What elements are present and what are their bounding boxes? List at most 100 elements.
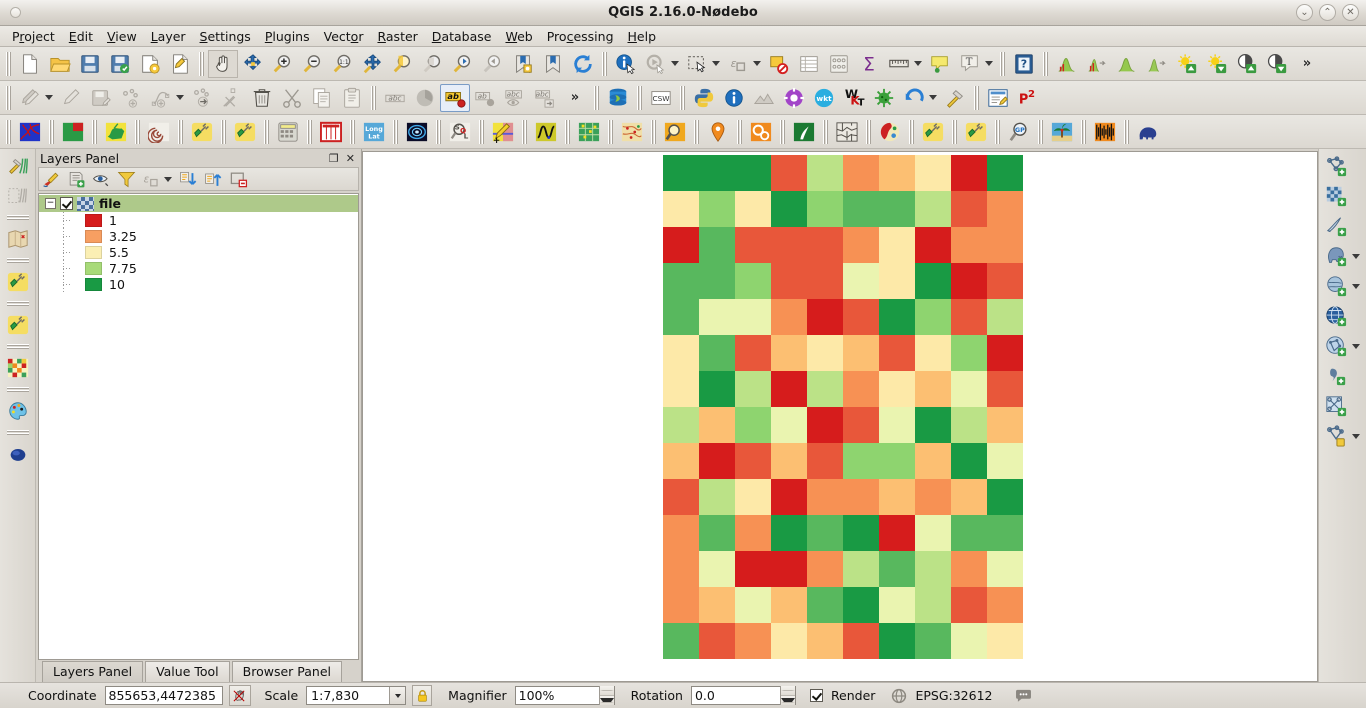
chevron-down-icon[interactable] [753,61,761,66]
contrast-decrease-icon[interactable] [1262,50,1292,78]
select-features-icon[interactable] [682,50,712,78]
magnifier-stepper[interactable] [598,686,614,705]
statistical-summary-icon[interactable]: Σ [854,50,884,78]
plugin-info-icon[interactable] [719,84,749,112]
zoom-out-icon[interactable] [298,50,328,78]
zoom-in-icon[interactable] [268,50,298,78]
add-raster-layer-icon[interactable] [1320,181,1352,211]
zoom-to-layer-icon[interactable] [418,50,448,78]
manage-visibility-icon[interactable] [89,168,113,190]
crack-pattern-icon[interactable] [832,118,862,146]
pan-map-icon[interactable] [208,49,238,78]
crs-label[interactable]: EPSG:32612 [913,688,994,703]
chevron-down-icon[interactable] [914,61,922,66]
chevron-down-icon[interactable] [929,95,937,100]
menu-help[interactable]: Help [621,28,664,45]
chevron-down-icon[interactable] [1351,253,1360,259]
new-bookmark-icon[interactable] [508,50,538,78]
toolbar-handle[interactable] [5,119,12,144]
save-project-icon[interactable] [75,50,105,78]
add-postgis-layer-icon[interactable] [1320,241,1352,271]
legend-item[interactable]: 3.25 [39,228,358,244]
current-edits-icon[interactable] [56,84,86,112]
magnifier-step-up[interactable] [599,686,614,696]
add-comma-layer-icon[interactable] [1320,361,1352,391]
wkt-text-icon[interactable]: WKT [839,84,869,112]
coordinate-capture-icon[interactable] [228,685,251,706]
help-contents-icon[interactable]: ? [1009,50,1039,78]
scale-combobox[interactable]: 1:7,830 [306,686,407,705]
chevron-down-icon[interactable] [45,95,53,100]
elephant-icon[interactable] [1133,118,1163,146]
label-move-icon[interactable]: abc [530,84,560,112]
plug-yellow-3-icon[interactable] [918,118,948,146]
raster-grid-icon[interactable] [2,353,34,383]
layer-tree-item-file[interactable]: − file [39,195,358,212]
chevron-down-icon[interactable] [712,61,720,66]
lock-scale-icon[interactable] [412,685,433,706]
add-feature-line-icon[interactable] [146,84,176,112]
add-wms-layer-icon[interactable] [1320,301,1352,331]
histogram-stretch-icon[interactable] [1052,50,1082,78]
sql-magnifier-icon[interactable]: SQL [445,118,475,146]
layer-labeling-icon[interactable]: ab [440,83,470,112]
zoom-last-icon[interactable] [448,50,478,78]
map-canvas[interactable] [362,151,1318,682]
legend-item[interactable]: 10 [39,276,358,292]
pencil-map-icon[interactable] [488,118,518,146]
menu-web[interactable]: Web [498,28,539,45]
label-pin-icon[interactable]: ab [470,84,500,112]
zoom-full-icon[interactable] [358,50,388,78]
chevron-down-icon[interactable] [1351,283,1360,289]
measure-line-icon[interactable] [884,50,914,78]
chevron-down-icon[interactable] [1351,343,1360,349]
gp-magnifier-icon[interactable]: GP [1004,118,1034,146]
menu-settings[interactable]: Settings [193,28,258,45]
menu-raster[interactable]: Raster [370,28,424,45]
layer-tree[interactable]: − file 1 3.25 5.5 7.75 10 [38,193,359,660]
toolbar-handle[interactable] [5,85,12,110]
python-console-icon[interactable] [689,84,719,112]
add-vector-layer-icon[interactable] [1320,151,1352,181]
toolbar-overflow-icon[interactable]: » [1292,50,1322,78]
zoom-next-icon[interactable] [478,50,508,78]
add-delimited-text-layer-icon[interactable] [1320,211,1352,241]
spectrum-bars-icon[interactable] [1090,118,1120,146]
legend-item[interactable]: 7.75 [39,260,358,276]
globe-heat-icon[interactable] [875,118,905,146]
coordinate-input[interactable]: 855653,4472385 [104,686,223,705]
open-attribute-table-icon[interactable] [794,50,824,78]
spiral-plugin-icon[interactable] [144,118,174,146]
open-project-icon[interactable] [45,50,75,78]
messages-log-icon[interactable] [1015,689,1032,703]
cumulative-cut-stretch-icon[interactable] [1112,50,1142,78]
menu-layer[interactable]: Layer [144,28,193,45]
menu-vector[interactable]: Vector [317,28,371,45]
tunnel-image-icon[interactable] [402,118,432,146]
menu-view[interactable]: View [100,28,144,45]
new-print-composer-icon[interactable] [135,50,165,78]
toolbar-overflow-icon[interactable]: » [560,84,590,112]
network-plugin-icon[interactable] [15,118,45,146]
palm-tree-icon[interactable] [1047,118,1077,146]
filter-legend-icon[interactable] [114,168,138,190]
green-red-square-icon[interactable] [58,118,88,146]
legend-item[interactable]: 5.5 [39,244,358,260]
style-manager-icon[interactable] [410,84,440,112]
panel-tab-browser-panel[interactable]: Browser Panel [231,661,343,682]
long-lat-icon[interactable]: Long Lat [359,118,389,146]
wkt-circle-icon[interactable]: wkt [809,84,839,112]
composer-manager-icon[interactable] [165,50,195,78]
expression-filter-icon[interactable]: ε [139,168,163,190]
plug-yellow-icon[interactable] [2,267,34,297]
chevron-down-icon[interactable] [671,61,679,66]
edit-form-icon[interactable] [983,84,1013,112]
collapse-all-icon[interactable] [201,168,225,190]
layer-visibility-checkbox[interactable] [60,197,73,210]
expand-all-icon[interactable] [176,168,200,190]
panel-tab-value-tool[interactable]: Value Tool [145,661,230,682]
node-tool-icon[interactable] [217,84,247,112]
rotation-step-up[interactable] [780,686,795,696]
new-shapefile-layer-icon[interactable] [1320,391,1352,421]
legend-item[interactable]: 1 [39,212,358,228]
